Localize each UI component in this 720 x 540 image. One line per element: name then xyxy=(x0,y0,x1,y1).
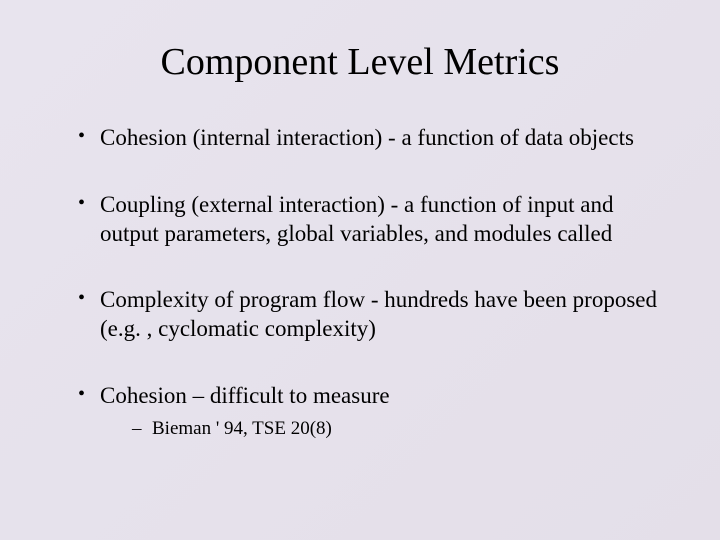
sub-text: Bieman ' 94, TSE 20(8) xyxy=(152,418,332,439)
bullet-list: Cohesion (internal interaction) - a func… xyxy=(50,124,670,440)
bullet-item: Cohesion (internal interaction) - a func… xyxy=(78,124,670,153)
bullet-text: Cohesion – difficult to measure xyxy=(100,383,390,408)
sub-item: Bieman ' 94, TSE 20(8) xyxy=(132,417,670,441)
slide-title: Component Level Metrics xyxy=(50,40,670,84)
bullet-item: Coupling (external interaction) - a func… xyxy=(78,191,670,249)
bullet-text: Cohesion (internal interaction) - a func… xyxy=(100,125,634,150)
bullet-item: Cohesion – difficult to measure Bieman '… xyxy=(78,382,670,441)
sub-list: Bieman ' 94, TSE 20(8) xyxy=(100,417,670,441)
bullet-item: Complexity of program flow - hundreds ha… xyxy=(78,286,670,344)
bullet-text: Coupling (external interaction) - a func… xyxy=(100,192,614,246)
bullet-text: Complexity of program flow - hundreds ha… xyxy=(100,287,657,341)
